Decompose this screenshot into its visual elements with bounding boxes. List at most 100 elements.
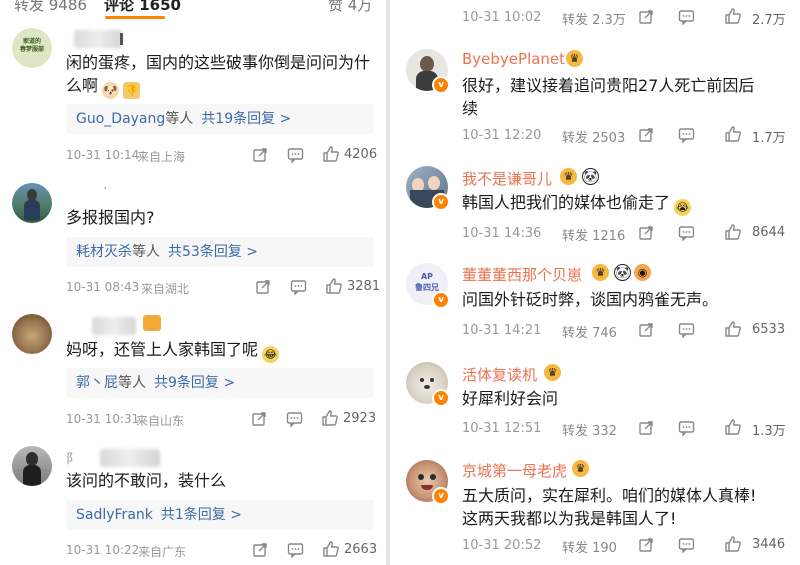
thumbs-up-icon[interactable] <box>724 320 742 338</box>
avatar[interactable] <box>12 183 52 223</box>
repost-count[interactable]: 转发 2.3万 <box>562 9 626 28</box>
comment-location: 来自上海 <box>137 150 186 164</box>
cake-badge-icon: ◉ <box>634 264 651 281</box>
tab-bar: 转发 9486 评论 1650 赞 4万 <box>0 0 386 20</box>
like-count: 1.7万 <box>752 131 786 146</box>
comment-text-line1: 韩国人把我们的媒体也偷走了 <box>462 193 671 212</box>
repost-count[interactable]: 转发 2503 <box>562 127 625 146</box>
share-icon[interactable] <box>638 322 654 338</box>
avatar[interactable]: 家道的 春梦服部 <box>12 28 52 68</box>
share-icon[interactable] <box>638 420 654 436</box>
panda-icon: 🐼 <box>614 264 631 281</box>
avatar-logo-text: AP 鲁四兄 <box>415 272 439 292</box>
comment-text: 多报报国内? <box>66 208 155 227</box>
reply-count[interactable]: 共1条回复 > <box>161 507 242 523</box>
comment-location: 来自湖北 <box>141 282 190 296</box>
avatar[interactable] <box>12 314 52 354</box>
tab-comments[interactable]: 评论 1650 <box>104 0 181 15</box>
reply-count[interactable]: 共53条回复 > <box>168 244 258 260</box>
verified-badge-icon: v <box>432 291 450 309</box>
blurred-username[interactable] <box>92 317 136 335</box>
thumbs-up-icon[interactable] <box>724 7 742 25</box>
username-fragment: ' <box>104 186 107 195</box>
thumbs-up-icon[interactable] <box>322 540 340 558</box>
reply-user-name[interactable]: SadlyFrank <box>76 507 153 523</box>
like-count: 8644 <box>752 225 786 240</box>
comment-location: 来自广东 <box>138 545 187 559</box>
reply-suffix: 等人 <box>132 244 160 260</box>
username[interactable]: 我不是谦哥儿 <box>462 168 552 189</box>
repost-count[interactable]: 转发 332 <box>562 420 617 439</box>
like-count: 3446 <box>752 537 786 552</box>
share-icon[interactable] <box>638 225 654 241</box>
comment-text: 该问的不敢问，装什么 <box>66 471 227 490</box>
comment-icon[interactable] <box>287 147 304 163</box>
reply-user-name[interactable]: 郭丶屁 <box>76 375 118 391</box>
repost-count[interactable]: 转发 1216 <box>562 225 625 244</box>
share-icon[interactable] <box>638 9 654 25</box>
comment-location: 来自山东 <box>136 414 185 428</box>
comment-time: 10-31 10:14 <box>66 148 140 162</box>
blurred-username[interactable] <box>100 449 160 467</box>
comment-time: 10-31 14:36 <box>462 226 542 241</box>
verified-badge-icon: v <box>432 193 450 211</box>
verified-badge-icon: v <box>432 487 450 505</box>
tab-likes[interactable]: 赞 4万 <box>328 0 372 15</box>
share-icon[interactable] <box>255 279 271 295</box>
share-icon[interactable] <box>638 537 654 553</box>
thumbs-up-icon[interactable] <box>724 223 742 241</box>
thumbs-up-icon[interactable] <box>321 409 339 427</box>
comment-icon[interactable] <box>290 279 307 295</box>
like-count: 2663 <box>344 542 378 557</box>
comment-text-line2: 这两天我都以为我是韩国人了! <box>462 509 677 528</box>
reply-summary[interactable]: 郭丶屁等人 共9条回复 > <box>66 368 374 398</box>
repost-count[interactable]: 转发 190 <box>562 537 617 556</box>
share-icon[interactable] <box>252 542 268 558</box>
username[interactable]: 京城第一母老虎 <box>462 460 567 481</box>
share-icon[interactable] <box>638 127 654 143</box>
comment-icon[interactable] <box>287 542 304 558</box>
reply-user-name[interactable]: Guo_Dayang <box>76 111 165 127</box>
doge-emoji-icon: 🐶 <box>102 82 120 99</box>
comment-time: 10-31 12:51 <box>462 421 542 436</box>
comment-time: 10-31 12:20 <box>462 128 542 143</box>
share-icon[interactable] <box>252 147 268 163</box>
thumbs-up-icon[interactable] <box>724 125 742 143</box>
thumbs-up-icon[interactable] <box>325 277 343 295</box>
thumbs-up-icon[interactable] <box>724 535 742 553</box>
reply-summary[interactable]: Guo_Dayang等人 共19条回复 > <box>66 104 374 134</box>
comment-icon[interactable] <box>678 127 695 143</box>
comment-icon[interactable] <box>286 411 303 427</box>
username[interactable]: 董董董西那个贝崽 <box>462 264 582 285</box>
post-time: 10-31 10:02 <box>462 10 542 25</box>
comment-icon[interactable] <box>678 225 695 241</box>
comment-icon[interactable] <box>678 322 695 338</box>
comment-icon[interactable] <box>678 537 695 553</box>
comment-icon[interactable] <box>678 420 695 436</box>
avatar[interactable] <box>12 446 52 486</box>
repost-count[interactable]: 转发 746 <box>562 322 617 341</box>
comment-text: 闲的蛋疼，国内的这些破事你倒是问问为什 么啊 🐶 👎 <box>66 51 376 99</box>
tab-reposts[interactable]: 转发 9486 <box>14 0 87 15</box>
username[interactable]: ByebyePlanet <box>462 50 565 68</box>
comment-icon[interactable] <box>678 9 695 25</box>
share-icon[interactable] <box>251 411 267 427</box>
reply-summary[interactable]: SadlyFrank 共1条回复 > <box>66 500 374 530</box>
reply-suffix: 等人 <box>165 111 194 127</box>
comment-text: 好犀利好会问 <box>462 389 559 408</box>
comment-time: 10-31 20:52 <box>462 538 542 553</box>
comment-text-line1: 闲的蛋疼，国内的这些破事你倒是问问为什 <box>66 53 371 72</box>
username-fragment: 阝 <box>66 452 80 467</box>
comment-time: 10-31 08:43 <box>66 280 140 294</box>
reply-count[interactable]: 共19条回复 > <box>201 111 291 127</box>
thumbs-up-icon[interactable] <box>724 418 742 436</box>
reply-count[interactable]: 共9条回复 > <box>154 375 235 391</box>
vip-crown-icon: ♛ <box>544 364 561 381</box>
username[interactable]: 活体复读机 <box>462 364 537 385</box>
comment-time: 10-31 10:31 <box>66 412 140 426</box>
reply-user-name[interactable]: 耗材灭杀 <box>76 244 132 260</box>
thumbs-up-icon[interactable] <box>322 145 340 163</box>
panda-icon: 🐼 <box>582 168 599 185</box>
reply-summary[interactable]: 耗材灭杀等人 共53条回复 > <box>66 237 374 267</box>
blurred-username[interactable] <box>74 30 122 48</box>
